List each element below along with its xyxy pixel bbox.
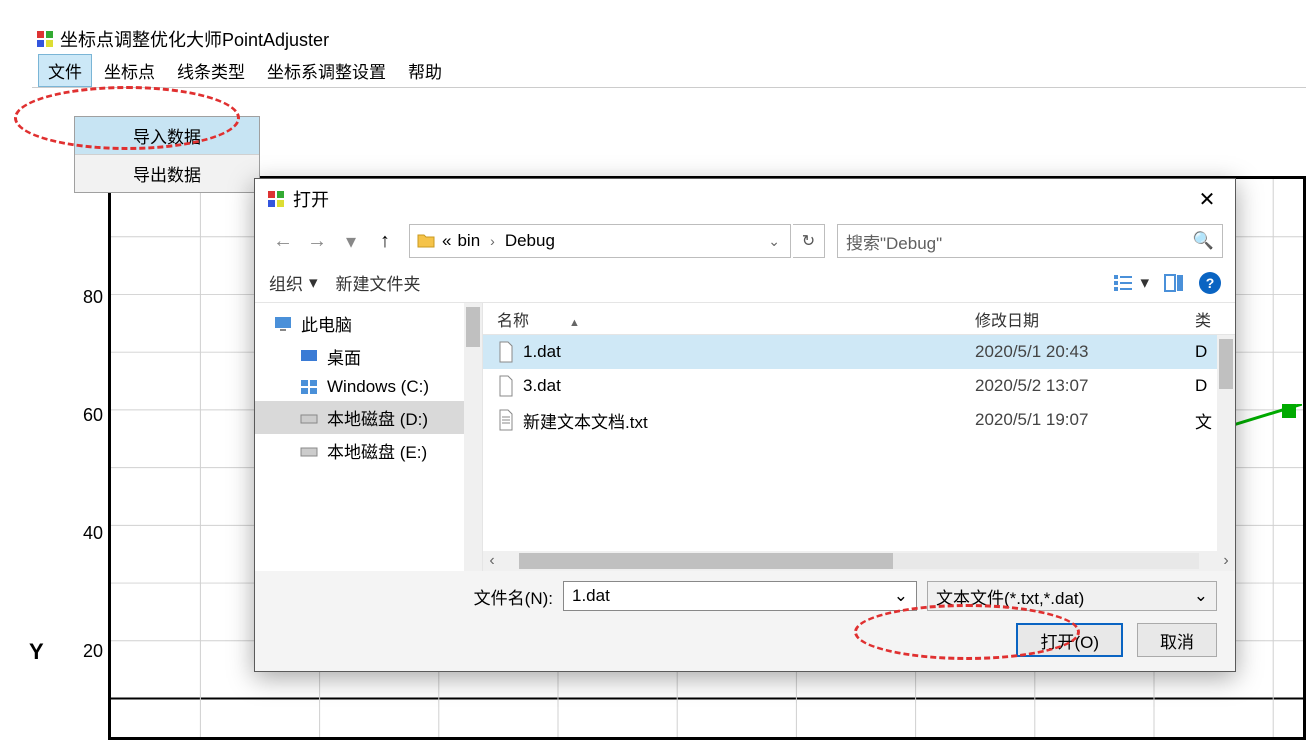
filename-label: 文件名(N): <box>273 584 553 609</box>
nav-tree: 此电脑 桌面 Windows (C:) 本地磁盘 (D:) 本地磁盘 (E:) <box>255 303 483 571</box>
col-name[interactable]: 名称▲ <box>497 307 975 331</box>
list-view-icon <box>1112 272 1134 294</box>
dialog-footer: 文件名(N): 1.dat ⌄ 文本文件(*.txt,*.dat) ⌄ 打开(O… <box>255 571 1235 671</box>
organize-button[interactable]: 组织 ▾ <box>269 270 318 295</box>
folder-icon <box>416 231 436 251</box>
path-part-1[interactable]: Debug <box>505 231 555 251</box>
help-button[interactable]: ? <box>1199 272 1221 294</box>
chevron-down-icon: ▾ <box>1140 273 1149 293</box>
menu-import-data[interactable]: 导入数据 <box>75 117 259 155</box>
close-button[interactable]: ✕ <box>1187 184 1227 214</box>
filename-input[interactable]: 1.dat ⌄ <box>563 581 917 611</box>
menu-coord-settings[interactable]: 坐标系调整设置 <box>257 54 396 87</box>
file-list-vscroll[interactable] <box>1217 335 1235 551</box>
refresh-button[interactable]: ↻ <box>793 224 825 258</box>
dialog-nav: ← → ▾ ↑ « bin › Debug ⌄ ↻ 搜索"Debug" 🔍 <box>255 219 1235 263</box>
txt-file-icon <box>497 409 515 431</box>
search-placeholder: 搜索"Debug" <box>846 229 942 254</box>
menu-linetype[interactable]: 线条类型 <box>167 54 255 87</box>
col-type[interactable]: 类 <box>1195 307 1235 331</box>
titlebar: 坐标点调整优化大师PointAdjuster <box>32 24 1306 54</box>
tree-drive-c[interactable]: Windows (C:) <box>255 373 482 401</box>
path-prefix: « <box>442 231 451 251</box>
file-row[interactable]: 3.dat 2020/5/2 13:07 D <box>483 369 1235 403</box>
chevron-down-icon[interactable]: ⌄ <box>894 586 908 606</box>
menu-export-data[interactable]: 导出数据 <box>75 155 259 192</box>
nav-recent-button[interactable]: ▾ <box>335 225 367 257</box>
desktop-icon <box>299 348 319 366</box>
file-open-dialog: 打开 ✕ ← → ▾ ↑ « bin › Debug ⌄ ↻ 搜索"Debug"… <box>254 178 1236 672</box>
open-button[interactable]: 打开(O) <box>1016 623 1123 657</box>
preview-pane-button[interactable] <box>1163 272 1185 294</box>
tree-desktop[interactable]: 桌面 <box>255 340 482 373</box>
chevron-down-icon[interactable]: ⌄ <box>764 233 784 250</box>
menu-help[interactable]: 帮助 <box>398 54 452 87</box>
nav-back-button[interactable]: ← <box>267 225 299 257</box>
y-tick-80: 80 <box>63 287 103 308</box>
tree-drive-d[interactable]: 本地磁盘 (D:) <box>255 401 482 434</box>
dialog-titlebar: 打开 ✕ <box>255 179 1235 219</box>
dialog-body: 此电脑 桌面 Windows (C:) 本地磁盘 (D:) 本地磁盘 (E:) <box>255 303 1235 571</box>
tree-scrollbar[interactable] <box>464 303 482 571</box>
tree-drive-e[interactable]: 本地磁盘 (E:) <box>255 434 482 467</box>
drive-icon <box>299 409 319 427</box>
dialog-title: 打开 <box>293 186 1187 212</box>
menubar: 文件 坐标点 线条类型 坐标系调整设置 帮助 <box>32 54 1306 88</box>
filetype-select[interactable]: 文本文件(*.txt,*.dat) ⌄ <box>927 581 1217 611</box>
chevron-down-icon: ▾ <box>309 273 318 293</box>
preview-icon <box>1163 272 1185 294</box>
file-list-hscroll[interactable]: ‹ › <box>483 551 1235 571</box>
pc-icon <box>273 315 293 333</box>
dialog-toolbar: 组织 ▾ 新建文件夹 ▾ ? <box>255 263 1235 303</box>
search-icon: 🔍 <box>1193 231 1214 251</box>
file-list: 名称▲ 修改日期 类 1.dat 2020/5/1 20:43 D 3.dat … <box>483 303 1235 571</box>
cancel-button[interactable]: 取消 <box>1137 623 1217 657</box>
y-axis-label: Y <box>29 639 44 665</box>
tree-this-pc[interactable]: 此电脑 <box>255 307 482 340</box>
app-icon <box>36 30 54 48</box>
chevron-down-icon: ⌄ <box>1194 586 1208 606</box>
menu-file[interactable]: 文件 <box>38 54 92 87</box>
file-list-header: 名称▲ 修改日期 类 <box>483 303 1235 335</box>
y-tick-60: 60 <box>63 405 103 426</box>
file-row[interactable]: 新建文本文档.txt 2020/5/1 19:07 文 <box>483 403 1235 437</box>
file-row[interactable]: 1.dat 2020/5/1 20:43 D <box>483 335 1235 369</box>
nav-forward-button[interactable]: → <box>301 225 333 257</box>
new-folder-button[interactable]: 新建文件夹 <box>336 270 421 295</box>
view-mode-button[interactable]: ▾ <box>1112 272 1149 294</box>
chevron-right-icon: › <box>486 233 499 249</box>
nav-up-button[interactable]: ↑ <box>369 225 401 257</box>
path-part-0[interactable]: bin <box>457 231 480 251</box>
y-tick-40: 40 <box>63 523 103 544</box>
dialog-icon <box>267 190 285 208</box>
sort-asc-icon: ▲ <box>569 317 580 329</box>
file-dropdown: 导入数据 导出数据 <box>74 116 260 193</box>
drive-icon <box>299 442 319 460</box>
windows-icon <box>299 378 319 396</box>
y-tick-20: 20 <box>63 641 103 662</box>
menu-points[interactable]: 坐标点 <box>94 54 165 87</box>
file-icon <box>497 341 515 363</box>
col-date[interactable]: 修改日期 <box>975 307 1195 331</box>
path-box[interactable]: « bin › Debug ⌄ <box>409 224 791 258</box>
search-input[interactable]: 搜索"Debug" 🔍 <box>837 224 1223 258</box>
file-icon <box>497 375 515 397</box>
app-title: 坐标点调整优化大师PointAdjuster <box>60 26 329 52</box>
